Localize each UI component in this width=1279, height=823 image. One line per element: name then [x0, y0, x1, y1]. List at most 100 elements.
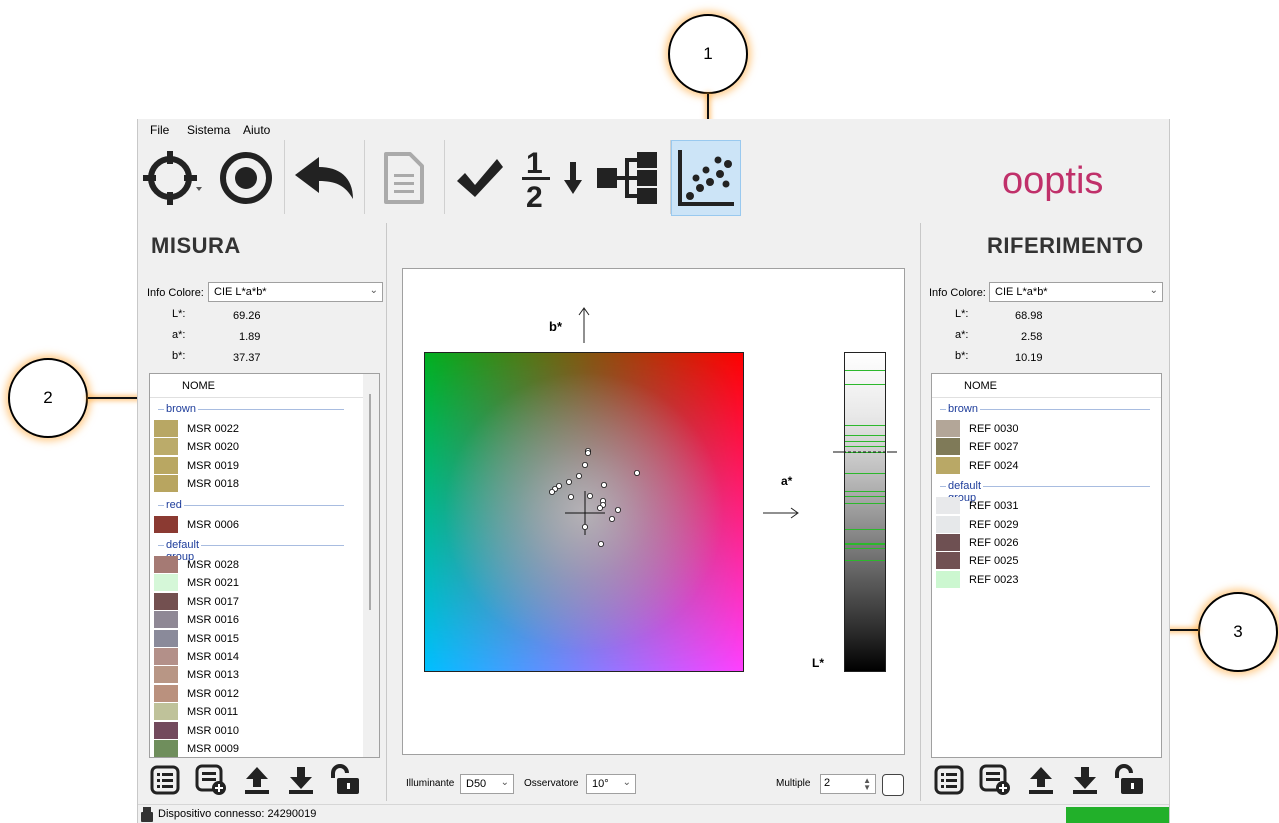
ref-info-color-value: CIE L*a*b*	[995, 286, 1048, 298]
list-item[interactable]: MSR 0021	[154, 574, 344, 592]
scatter-point	[597, 540, 604, 547]
list-item-label: MSR 0015	[187, 632, 239, 645]
list-item[interactable]: MSR 0020	[154, 438, 344, 456]
list-item-label: MSR 0019	[187, 459, 239, 472]
list-item[interactable]: MSR 0018	[154, 475, 344, 493]
list-item[interactable]: REF 0031	[936, 497, 1150, 515]
color-preview-button[interactable]	[882, 774, 904, 796]
chevron-down-icon: ⌄	[622, 777, 631, 788]
hierarchy-button[interactable]	[590, 140, 668, 216]
ref-upload-button[interactable]	[1025, 764, 1057, 796]
ref-unlock-button[interactable]	[1113, 764, 1145, 796]
ab-color-plane[interactable]	[424, 352, 744, 672]
scatter-plot-button[interactable]	[671, 140, 741, 216]
callout-2-label: 2	[43, 388, 53, 407]
sort-button[interactable]	[558, 140, 588, 216]
list-item[interactable]: MSR 0016	[154, 611, 344, 629]
connection-indicator	[1066, 807, 1169, 823]
spin-arrows-icon[interactable]: ▲ ▼	[863, 777, 871, 792]
illuminant-select[interactable]: D50 ⌄	[460, 774, 514, 794]
unlock-button[interactable]	[329, 764, 361, 796]
toolbar-separator	[364, 140, 365, 214]
toolbar: 1 2 ooptis	[138, 140, 1169, 216]
ref-l-label: L*:	[955, 308, 969, 320]
list-view-button[interactable]	[149, 764, 181, 796]
one-half-icon: 1 2	[522, 147, 550, 211]
observer-select[interactable]: 10° ⌄	[586, 774, 636, 794]
calibrate-button[interactable]	[138, 140, 208, 216]
ref-b-value: 10.19	[1015, 352, 1043, 364]
list-item-label: MSR 0021	[187, 577, 239, 590]
measure-list[interactable]: NOME brown MSR 0022 MSR 0020 MSR 0019 MSR 00…	[149, 373, 380, 758]
reference-list[interactable]: NOME brown REF 0030 REF 0027 REF 0024 defaul…	[931, 373, 1162, 758]
list-item-label: REF 0031	[969, 500, 1019, 513]
list-item[interactable]: MSR 0015	[154, 629, 344, 648]
list-item[interactable]: MSR 0009	[154, 740, 344, 757]
list-item-label: MSR 0012	[187, 687, 239, 700]
upload-button[interactable]	[241, 764, 273, 796]
list-item[interactable]: MSR 0010	[154, 721, 344, 740]
measure-actions	[149, 764, 380, 798]
ref-b-label: b*:	[955, 350, 969, 362]
scatter-point	[565, 479, 572, 486]
color-swatch	[936, 420, 960, 437]
add-list-button[interactable]	[195, 764, 227, 796]
list-item[interactable]: MSR 0014	[154, 648, 344, 666]
list-item[interactable]: REF 0025	[936, 552, 1150, 570]
scrollbar[interactable]	[363, 374, 379, 757]
list-item-label: MSR 0022	[187, 423, 239, 435]
info-color-select[interactable]: CIE L*a*b* ⌄	[208, 282, 383, 302]
list-item[interactable]: REF 0023	[936, 570, 1150, 589]
ref-add-list-button[interactable]	[979, 764, 1011, 796]
chevron-down-icon: ⌄	[500, 777, 509, 788]
confirm-button[interactable]	[446, 140, 514, 216]
ref-info-color-select[interactable]: CIE L*a*b* ⌄	[989, 282, 1163, 302]
l-marker-line	[845, 496, 885, 497]
list-item[interactable]: MSR 0022	[154, 420, 344, 438]
color-swatch	[154, 629, 178, 647]
ref-list-view-button[interactable]	[933, 764, 965, 796]
list-item-label: MSR 0014	[187, 651, 239, 663]
list-header[interactable]: NOME	[150, 374, 363, 398]
list-item[interactable]: REF 0029	[936, 515, 1150, 534]
l-lightness-bar[interactable]	[844, 352, 886, 672]
group-divider	[158, 504, 344, 506]
illuminant-value: D50	[466, 778, 487, 790]
color-swatch	[154, 592, 178, 610]
color-swatch	[936, 497, 960, 515]
multiple-stepper[interactable]: 2 ▲ ▼	[820, 774, 876, 794]
list-item[interactable]: MSR 0012	[154, 684, 344, 703]
multiple-label: Multiple	[776, 778, 811, 789]
menu-file[interactable]: File	[150, 123, 169, 137]
menu-aiuto[interactable]: Aiuto	[243, 123, 270, 137]
list-item[interactable]: MSR 0013	[154, 666, 344, 684]
undo-button[interactable]	[286, 140, 362, 216]
list-item-label: REF 0026	[969, 537, 1019, 549]
ratio-button[interactable]: 1 2	[514, 140, 558, 216]
plot-area: b* a* L*	[402, 268, 905, 755]
l-marker-line	[845, 543, 885, 545]
download-button[interactable]	[285, 764, 317, 796]
list-item[interactable]: REF 0024	[936, 456, 1150, 475]
list-item-label: MSR 0018	[187, 478, 239, 491]
ref-download-button[interactable]	[1069, 764, 1101, 796]
list-item[interactable]: REF 0027	[936, 438, 1150, 456]
list-item[interactable]: REF 0026	[936, 534, 1150, 552]
list-header[interactable]: NOME	[932, 374, 1161, 398]
list-item[interactable]: MSR 0028	[154, 556, 344, 574]
unlock-icon	[331, 764, 359, 794]
l-crosshair	[833, 451, 897, 453]
report-button[interactable]	[366, 140, 442, 216]
l-axis-label: L*	[812, 656, 824, 670]
menu-sistema[interactable]: Sistema	[187, 123, 230, 137]
brand-logo: ooptis	[1002, 160, 1104, 202]
list-item[interactable]: REF 0030	[936, 420, 1150, 438]
arrow-up-icon	[578, 307, 590, 343]
measure-button[interactable]	[210, 140, 282, 216]
list-item[interactable]: MSR 0006	[154, 515, 344, 534]
list-add-icon	[979, 764, 1010, 795]
list-item[interactable]: MSR 0011	[154, 703, 344, 721]
list-item[interactable]: MSR 0019	[154, 456, 344, 475]
scrollbar-thumb[interactable]	[369, 394, 371, 610]
list-item[interactable]: MSR 0017	[154, 592, 344, 611]
